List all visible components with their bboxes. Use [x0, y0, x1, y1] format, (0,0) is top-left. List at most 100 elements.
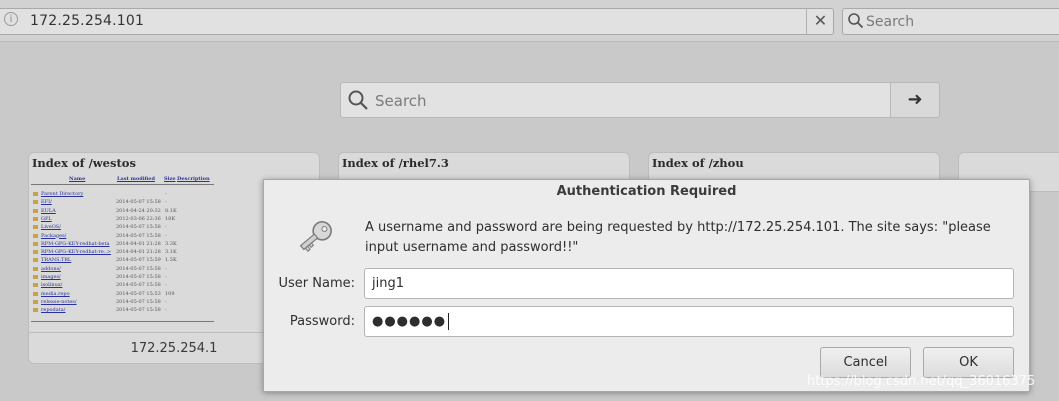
listing-size: - — [165, 224, 167, 231]
dialog-title: Authentication Required — [556, 184, 737, 199]
parent-dir-icon — [33, 192, 38, 196]
tile-title: Index of /rhel7.3 — [342, 156, 449, 170]
listing-name[interactable]: isolinux/ — [41, 281, 62, 289]
listing-date: 2012-03-06 22:36 — [116, 215, 161, 222]
listing-name[interactable]: media.repo — [41, 290, 70, 298]
listing-size: 18K — [165, 215, 176, 222]
listing-size: - — [165, 191, 167, 197]
listing-name[interactable]: EFI/ — [41, 198, 52, 206]
listing-name[interactable]: LiveOS/ — [41, 223, 61, 231]
listing-size: - — [165, 232, 167, 239]
tile-title: Index of /westos — [32, 156, 136, 170]
listing-name[interactable]: Packages/ — [41, 232, 66, 240]
password-mask: ●●●●●● — [372, 314, 447, 329]
listing-date: 2014-05-07 15:58 — [116, 232, 161, 239]
listing-date: 2014-05-07 15:59 — [116, 257, 161, 264]
listing-date: 2014-05-07 15:58 — [116, 199, 161, 206]
listing-header-size: Size — [164, 176, 176, 182]
listing-size: - — [165, 307, 167, 314]
folder-icon — [33, 233, 38, 238]
username-input[interactable]: jing1 — [364, 268, 1014, 299]
listing-name[interactable]: GPL — [41, 215, 52, 223]
listing-row[interactable]: LiveOS/2014-05-07 15:58- — [31, 223, 231, 231]
listing-size: - — [165, 282, 167, 289]
listing-size: 3.3K — [165, 240, 177, 247]
clear-url-button[interactable]: ✕ — [806, 8, 834, 35]
listing-size: 109 — [165, 290, 175, 297]
listing-row[interactable]: images/2014-05-07 15:58- — [31, 273, 231, 281]
listing-date: 2014-04-24 20:32 — [116, 207, 161, 214]
search-icon — [848, 13, 864, 29]
password-input[interactable]: ●●●●●● — [364, 306, 1014, 337]
listing-row[interactable]: Parent Directory - — [31, 190, 231, 198]
password-label: Password: — [289, 314, 355, 329]
folder-icon — [33, 208, 38, 213]
url-text[interactable]: 172.25.254.101 — [30, 13, 144, 29]
listing-date: 2014-05-07 15:58 — [116, 274, 161, 280]
listing-rule — [31, 321, 214, 322]
listing-name[interactable]: Parent Directory — [41, 190, 83, 198]
folder-icon — [33, 266, 38, 271]
listing-row[interactable]: TRANS.TBL 2014-05-07 15:59 1.5K — [31, 256, 231, 264]
listing-row[interactable]: isolinux/2014-05-07 15:58- — [31, 281, 231, 289]
listing-name[interactable]: TRANS.TBL — [41, 256, 71, 264]
listing-name[interactable]: RPM-GPG-KEY-redhat-re..> — [41, 248, 111, 256]
folder-icon — [33, 241, 38, 246]
listing-rule — [31, 184, 214, 185]
listing-row[interactable]: Packages/2014-05-07 15:58- — [31, 232, 231, 240]
listing-date: 2014-04-01 21:28 — [116, 240, 161, 247]
folder-icon — [33, 275, 38, 279]
listing-date: 2014-05-07 15:58 — [116, 307, 161, 314]
listing-date: 2014-04-01 21:28 — [116, 249, 161, 256]
browser-search-placeholder: Search — [866, 14, 915, 30]
newtab-search-placeholder: Search — [375, 92, 427, 110]
listing-row[interactable]: GPL 2012-03-06 22:36 18K — [31, 215, 231, 223]
watermark: https://blog.csdn.net/qq_36016375 — [807, 374, 1036, 389]
listing-row[interactable]: RPM-GPG-KEY-redhat-beta 2014-04-01 21:28 3… — [31, 240, 231, 248]
listing-size: - — [165, 199, 167, 206]
folder-icon — [33, 200, 38, 205]
info-icon[interactable]: i — [4, 12, 18, 26]
listing-name[interactable]: images/ — [41, 273, 61, 281]
folder-icon — [33, 299, 38, 304]
listing-row[interactable]: RPM-GPG-KEY-redhat-re..> 2014-04-01 21:28… — [31, 248, 231, 256]
listing-size: 1.5K — [165, 257, 177, 264]
listing-row[interactable]: EFI/2014-05-07 15:58- — [31, 198, 231, 206]
listing-date: 2014-05-07 15:58 — [116, 282, 161, 289]
listing-size: - — [165, 274, 167, 280]
listing-size: 8.1K — [165, 207, 177, 214]
tile-title: Index of /zhou — [652, 156, 744, 170]
listing-size: - — [165, 265, 167, 272]
listing-row[interactable]: media.repo 2014-05-07 15:53 109 — [31, 290, 231, 298]
listing-size: 3.1K — [165, 249, 177, 256]
text-caret — [448, 313, 450, 330]
listing-row[interactable]: release-notes/2014-05-07 15:58- — [31, 298, 231, 306]
listing-row[interactable]: repodata/2014-05-07 15:58- — [31, 306, 231, 314]
listing-date: 2014-05-07 15:58 — [116, 224, 161, 231]
search-go-button[interactable]: ➜ — [890, 82, 940, 118]
folder-icon — [33, 258, 38, 263]
listing-row[interactable]: addons/2014-05-07 15:58- — [31, 265, 231, 273]
listing-name[interactable]: RPM-GPG-KEY-redhat-beta — [41, 240, 110, 248]
listing-name[interactable]: EULA — [41, 207, 56, 215]
listing-row[interactable]: EULA 2014-04-24 20:32 8.1K — [31, 207, 231, 215]
listing-header-name: Name — [69, 176, 86, 182]
listing-header-description: Description — [177, 176, 210, 182]
directory-listing: Parent Directory - EFI/2014-05-07 15:58- EU… — [31, 190, 231, 320]
listing-date: 2014-05-07 15:58 — [116, 265, 161, 272]
folder-icon — [33, 250, 38, 255]
listing-date: 2014-05-07 15:58 — [116, 298, 161, 305]
folder-icon — [33, 308, 38, 313]
listing-name[interactable]: addons/ — [41, 265, 61, 273]
dialog-message: A username and password are being reques… — [365, 220, 991, 255]
auth-dialog: Authentication Required A username and p… — [263, 179, 1030, 392]
listing-size: - — [165, 298, 167, 305]
search-icon — [348, 90, 368, 110]
listing-name[interactable]: repodata/ — [41, 306, 65, 314]
listing-date: 2014-05-07 15:53 — [116, 290, 161, 297]
listing-name[interactable]: release-notes/ — [41, 298, 77, 306]
folder-icon — [33, 216, 38, 221]
key-icon — [299, 221, 332, 252]
folder-icon — [33, 283, 38, 288]
username-label: User Name: — [278, 276, 356, 291]
